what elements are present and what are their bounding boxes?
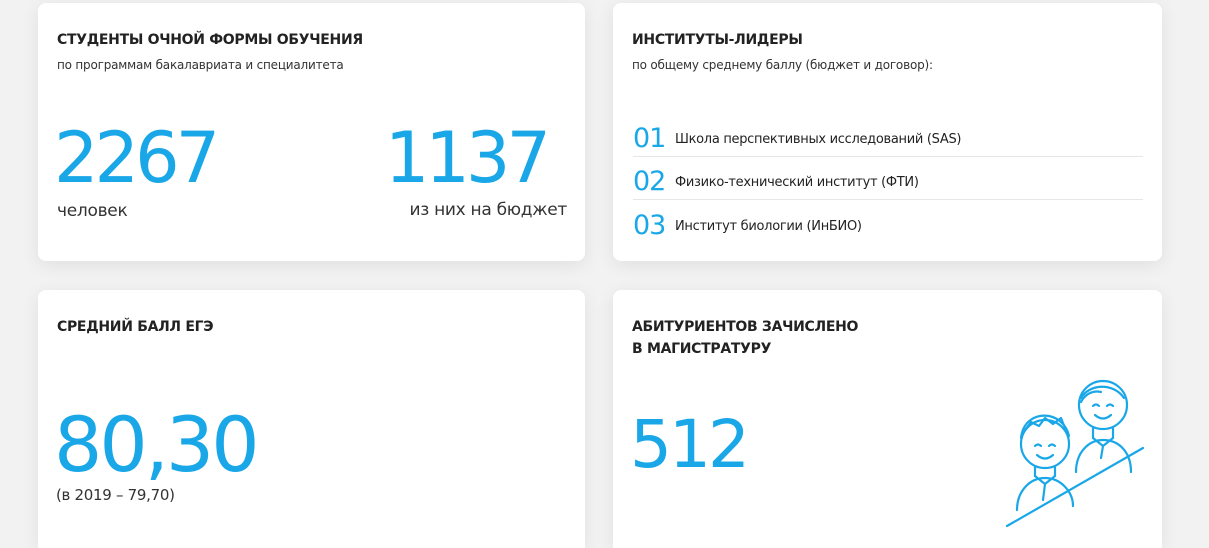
leaders-card: ИНСТИТУТЫ-ЛИДЕРЫ по общему среднему балл…	[613, 3, 1162, 261]
leaders-title: ИНСТИТУТЫ-ЛИДЕРЫ	[632, 32, 803, 48]
students-title: СТУДЕНТЫ ОЧНОЙ ФОРМЫ ОБУЧЕНИЯ	[57, 32, 363, 48]
students-budget-caption: из них на бюджет	[409, 200, 568, 220]
exam-caption: (в 2019 – 79,70)	[56, 486, 175, 504]
leader-name: Физико-технический институт (ФТИ)	[675, 175, 919, 190]
leader-rank: 03	[633, 210, 666, 241]
exam-title: СРЕДНИЙ БАЛЛ ЕГЭ	[57, 319, 214, 335]
students-icon	[1005, 379, 1145, 528]
leader-rank: 01	[633, 123, 666, 154]
leader-name: Школа перспективных исследований (SAS)	[675, 132, 962, 147]
students-card: СТУДЕНТЫ ОЧНОЙ ФОРМЫ ОБУЧЕНИЯ по програм…	[38, 3, 585, 261]
leader-rank: 02	[633, 166, 666, 197]
masters-title-line2: В МАГИСТРАТУРУ	[632, 341, 772, 357]
students-budget-value: 1137	[384, 117, 551, 199]
students-subtitle: по программам бакалавриата и специалитет…	[57, 58, 344, 72]
masters-card: АБИТУРИЕНТОВ ЗАЧИСЛЕНО В МАГИСТРАТУРУ 51…	[613, 290, 1162, 548]
exam-value: 80,30	[54, 400, 260, 489]
students-total-value: 2267	[54, 117, 220, 199]
leader-name: Институт биологии (ИнБИО)	[675, 219, 862, 234]
masters-title-line1: АБИТУРИЕНТОВ ЗАЧИСЛЕНО	[632, 319, 859, 335]
leaders-subtitle: по общему среднему баллу (бюджет и догов…	[632, 58, 933, 72]
masters-value: 512	[630, 406, 750, 483]
leaders-list: 01 Школа перспективных исследований (SAS…	[633, 114, 1143, 243]
students-total-caption: человек	[57, 201, 128, 221]
list-item: 02 Физико-технический институт (ФТИ)	[633, 157, 1143, 200]
list-item: 01 Школа перспективных исследований (SAS…	[633, 114, 1143, 157]
exam-card: СРЕДНИЙ БАЛЛ ЕГЭ 80,30 (в 2019 – 79,70)	[38, 290, 585, 548]
masters-title: АБИТУРИЕНТОВ ЗАЧИСЛЕНО В МАГИСТРАТУРУ	[632, 316, 858, 360]
list-item: 03 Институт биологии (ИнБИО)	[633, 200, 1143, 243]
